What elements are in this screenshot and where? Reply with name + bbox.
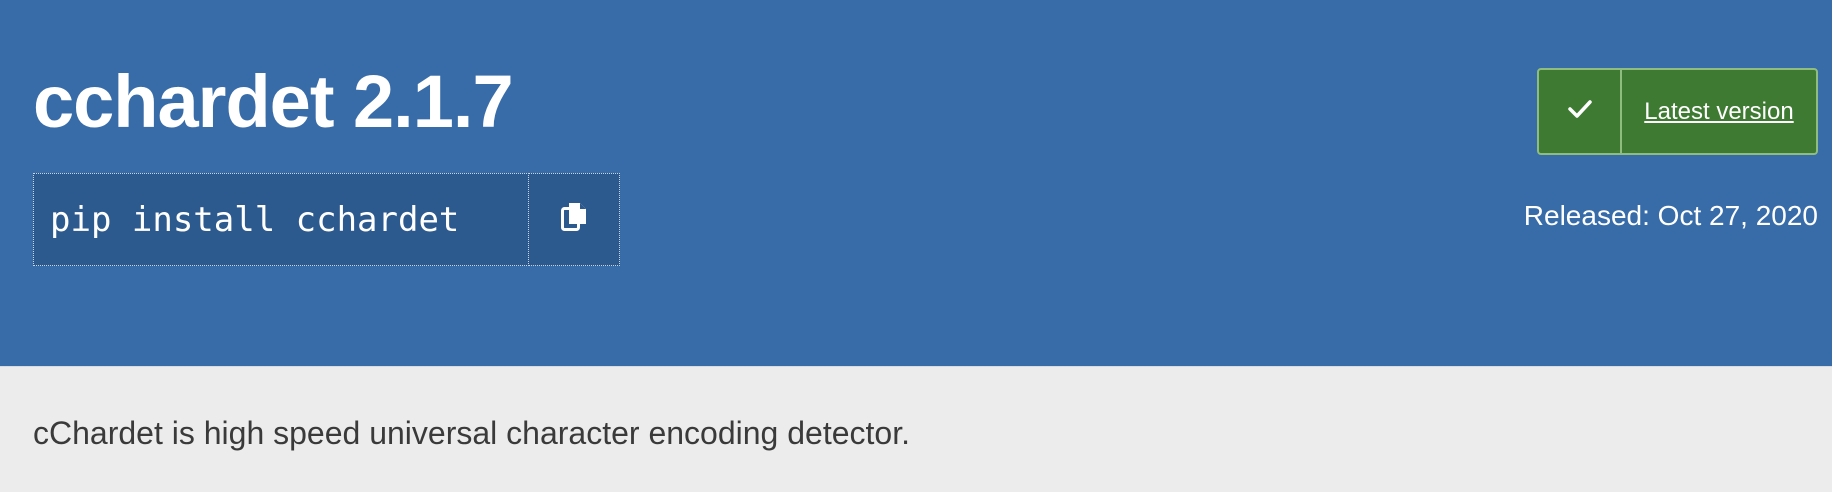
- package-title: cchardet 2.1.7: [33, 60, 514, 143]
- check-icon: [1567, 99, 1592, 124]
- package-summary: cChardet is high speed universal charact…: [33, 415, 910, 451]
- copy-button[interactable]: [529, 173, 620, 266]
- pip-command-box: pip install cchardet: [33, 173, 620, 266]
- badge-check-section: [1539, 70, 1622, 153]
- pip-command-text[interactable]: pip install cchardet: [33, 173, 529, 266]
- package-summary-area: cChardet is high speed universal charact…: [0, 367, 1832, 492]
- latest-version-link[interactable]: Latest version: [1622, 70, 1816, 153]
- release-date: Released: Oct 27, 2020: [1523, 200, 1818, 231]
- latest-version-badge[interactable]: Latest version: [1537, 68, 1818, 155]
- copy-icon: [561, 202, 587, 237]
- package-header: cchardet 2.1.7 pip install cchardet Late…: [0, 0, 1832, 367]
